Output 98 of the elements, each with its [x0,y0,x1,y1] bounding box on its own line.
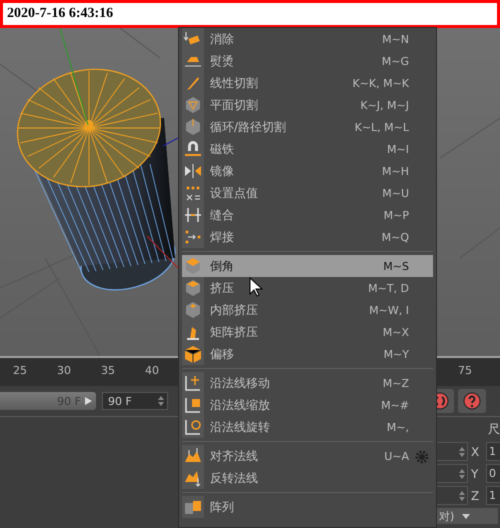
axis-label: Y [471,466,480,480]
shortcut-label: M~U [382,186,409,200]
menu-item[interactable]: 平面切割 K~J, M~J [182,94,433,116]
spinner-icon [459,468,465,480]
menu-label: 沿法线移动 [210,374,270,392]
menu-item[interactable]: 矩阵挤压 M~X [182,321,433,343]
menu-item[interactable]: 倒角 M~S [182,255,433,277]
axis-label: Z [471,488,480,502]
frame-number: 75 [458,364,472,377]
menu-item[interactable]: 缝合 M~P [182,204,433,226]
menu-item[interactable]: 沿法线移动 M~Z [182,372,433,394]
spinner-icon [158,395,164,407]
menu-item[interactable]: 线性切割 K~K, M~K [182,72,433,94]
menu-label: 沿法线缩放 [210,396,270,414]
coordinate-field[interactable]: 0 [486,464,500,483]
menu-label: 消除 [210,30,234,48]
axis-label: X [471,444,480,458]
shortcut-label: M~P [384,208,409,222]
shortcut-label: U~A [384,450,409,462]
menu-label: 偏移 [210,346,234,362]
scale-normal-icon [183,395,203,415]
menu-item[interactable]: 内部挤压 M~W, I [182,299,433,321]
menu-label: 反转法线 [210,470,258,486]
timestamp: 2020-7-16 6:43:16 [7,6,114,22]
coordinate-field[interactable]: 1 [486,442,500,461]
menu-label: 线性切割 [210,74,258,92]
coordinate-field[interactable]: 1 [486,486,500,505]
menu-item[interactable]: 阵列 [182,496,433,518]
cylinder-drawing[interactable] [17,28,178,290]
shortcut-label: M~T, D [368,282,409,294]
menu-label: 倒角 [210,258,234,274]
shortcut-label: M~H [382,164,409,178]
menu-label: 阵列 [210,498,234,516]
menu-item[interactable]: 沿法线缩放 M~# [182,394,433,416]
shortcut-label: M~I [387,142,409,156]
menu-label: 平面切割 [210,96,258,114]
menu-label: 熨烫 [210,52,234,70]
menu-item[interactable]: 偏移 M~Y [182,343,433,365]
extrude-cube-icon [183,278,203,298]
spinner-icon [459,446,465,458]
magnet-icon [183,139,203,159]
offset-cube-icon [183,344,203,364]
menu-item[interactable]: 对齐法线 U~A [182,445,433,467]
cube-icon [183,117,203,137]
shortcut-label: K~L, M~L [354,120,409,134]
menu-item[interactable]: 设置点值 M~U [182,182,433,204]
shortcut-label: M~W, I [369,304,409,316]
frame-number: 30 [57,364,72,377]
frame-field[interactable]: 90 F [102,392,168,410]
menu-item[interactable]: 消除 M~N [182,28,433,50]
caret-icon [462,514,470,518]
shortcut-label: M~Z [382,376,409,390]
shortcut-label: M~Y [384,348,409,360]
menu-label: 循环/路径切割 [210,118,286,136]
shortcut-label: M~Q [382,230,409,244]
shortcut-label: M~S [383,260,409,272]
play-icon [84,396,93,406]
frame-number: 40 [145,364,160,377]
menu-label: 磁铁 [210,140,234,158]
inner-extrude-icon [183,300,203,320]
move-normal-icon [183,373,203,393]
spinner-icon [459,490,465,502]
menu-item[interactable]: 熨烫 M~G [182,50,433,72]
frame-number: 25 [13,364,28,377]
menu-label: 对齐法线 [210,448,258,464]
menu-item[interactable]: 镜像 M~H [182,160,433,182]
help-icon [463,392,481,410]
menu-item[interactable]: 挤压 M~T, D [182,277,433,299]
menu-item[interactable]: 沿法线旋转 M~, [182,416,433,438]
menu-label: 设置点值 [210,184,258,202]
triangle-cube-icon [183,95,203,115]
menu-label: 矩阵挤压 [210,324,258,340]
shortcut-label: M~, [386,420,409,434]
frame-number: 35 [101,364,116,377]
help-button[interactable] [458,389,486,413]
shortcut-label: K~K, M~K [352,76,409,90]
menu-item[interactable]: 焊接 M~Q [182,226,433,248]
shortcut-label: M~G [382,54,409,68]
menu-item[interactable]: 循环/路径切割 K~L, M~L [182,116,433,138]
bevel-cube-icon [183,256,203,276]
menu-label: 焊接 [210,228,234,246]
menu-item[interactable]: 磁铁 M~I [182,138,433,160]
shortcut-label: M~N [382,32,409,46]
cursor-icon [249,277,263,297]
menu-label: 缝合 [210,206,234,224]
menu-label: 沿法线旋转 [210,418,270,436]
dropdown[interactable]: 对) [436,508,498,524]
menu-item[interactable]: 反转法线 [182,467,433,489]
menu-label: 内部挤压 [210,302,258,318]
stitch-icon [183,205,203,225]
menu-label: 镜像 [210,162,234,180]
shortcut-label: K~J, M~J [360,98,409,112]
tab-label[interactable]: 尺 [488,421,500,439]
mirror-icon [183,161,203,181]
shortcut-label: M~X [382,326,409,338]
rotate-normal-icon [183,417,203,437]
menu-label: 挤压 [210,280,234,296]
shortcut-label: M~# [381,398,409,412]
